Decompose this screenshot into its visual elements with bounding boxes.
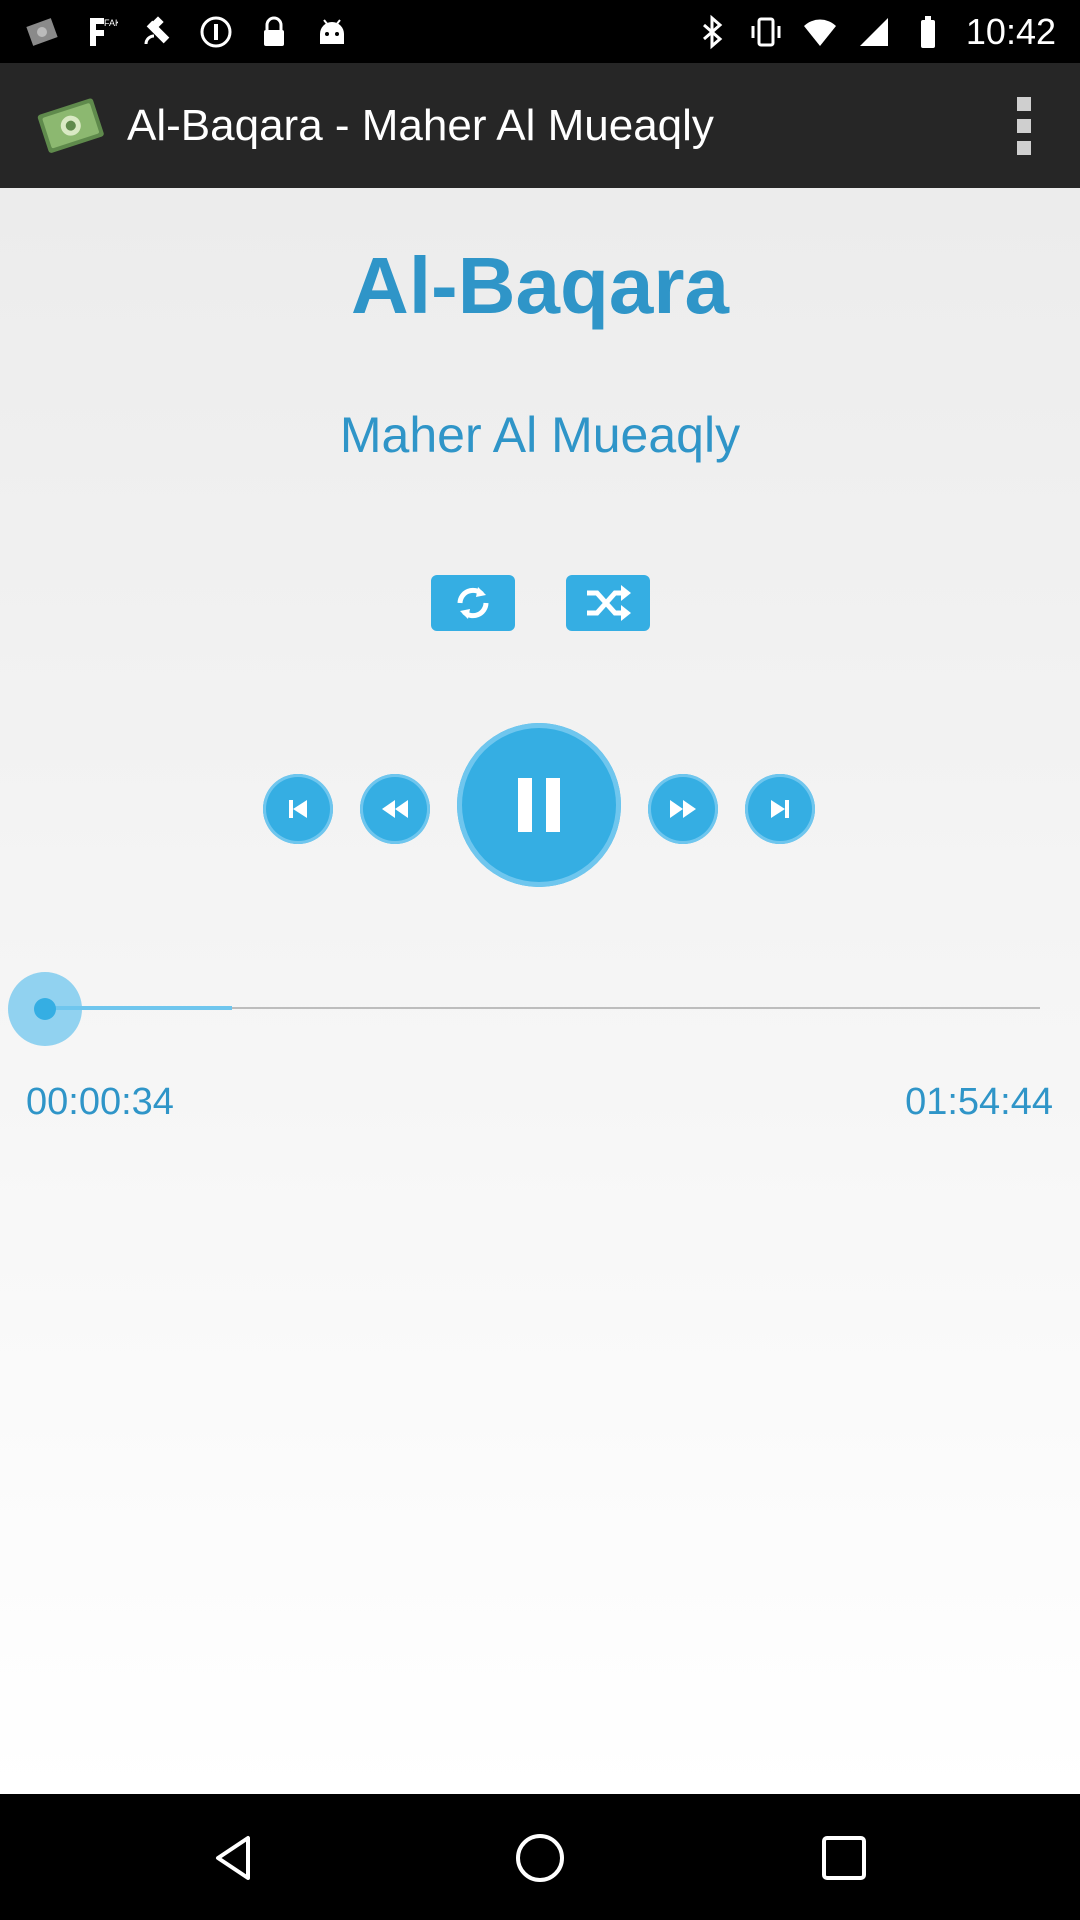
fast-forward-icon [670, 800, 696, 818]
status-icons-left: FAKE [22, 8, 352, 56]
elapsed-time: 00:00:34 [26, 1081, 174, 1123]
overflow-dot [1017, 119, 1031, 133]
bluetooth-icon [692, 12, 732, 52]
overflow-dot [1017, 141, 1031, 155]
rewind-icon [382, 800, 408, 818]
status-icons-right: 10:42 [692, 8, 1056, 56]
more-vert-icon[interactable] [988, 83, 1060, 169]
repeat-icon [457, 587, 489, 619]
status-bar: FAKE 10:42 [0, 0, 1080, 63]
total-time: 01:54:44 [905, 1081, 1053, 1123]
skip-next-icon [771, 800, 789, 818]
svg-text:FAKE: FAKE [104, 18, 118, 28]
status-time: 10:42 [965, 11, 1056, 52]
navigation-bar [0, 1794, 1080, 1920]
fake-gps-icon: FAKE [80, 12, 120, 52]
recents-icon[interactable] [808, 1822, 880, 1894]
quran-book-icon[interactable] [36, 91, 110, 161]
quran-app-icon [22, 12, 62, 52]
pause-icon [518, 778, 560, 832]
previous-button[interactable] [263, 774, 333, 844]
shuffle-button[interactable] [566, 575, 650, 631]
player-screen: Al-Baqara Maher Al Mueaqly 00:00:34 01:5… [0, 188, 1080, 1794]
overflow-dot [1017, 97, 1031, 111]
repeat-button[interactable] [431, 575, 515, 631]
back-icon[interactable] [200, 1822, 272, 1894]
skip-previous-icon [289, 800, 307, 818]
battery-icon [908, 12, 948, 52]
reciter-name: Maher Al Mueaqly [339, 407, 741, 463]
action-bar: Al-Baqara - Maher Al Mueaqly [0, 63, 1080, 188]
fast-forward-button[interactable] [648, 774, 718, 844]
rewind-button[interactable] [360, 774, 430, 844]
seek-bar[interactable] [40, 1006, 1040, 1010]
satellite-icon [138, 12, 178, 52]
next-button[interactable] [745, 774, 815, 844]
app-title: Al-Baqara - Maher Al Mueaqly [127, 101, 714, 150]
signal-icon [854, 12, 894, 52]
seek-thumb-core [34, 998, 56, 1020]
info-circle-icon [196, 12, 236, 52]
vibrate-icon [746, 12, 786, 52]
lock-icon [254, 12, 294, 52]
pause-button[interactable] [457, 723, 621, 887]
wifi-icon [800, 12, 840, 52]
surah-title: Al-Baqara [351, 241, 729, 330]
shuffle-icon [587, 585, 631, 621]
seek-thumb[interactable] [8, 972, 82, 1046]
android-icon [312, 12, 352, 52]
home-icon[interactable] [504, 1822, 576, 1894]
